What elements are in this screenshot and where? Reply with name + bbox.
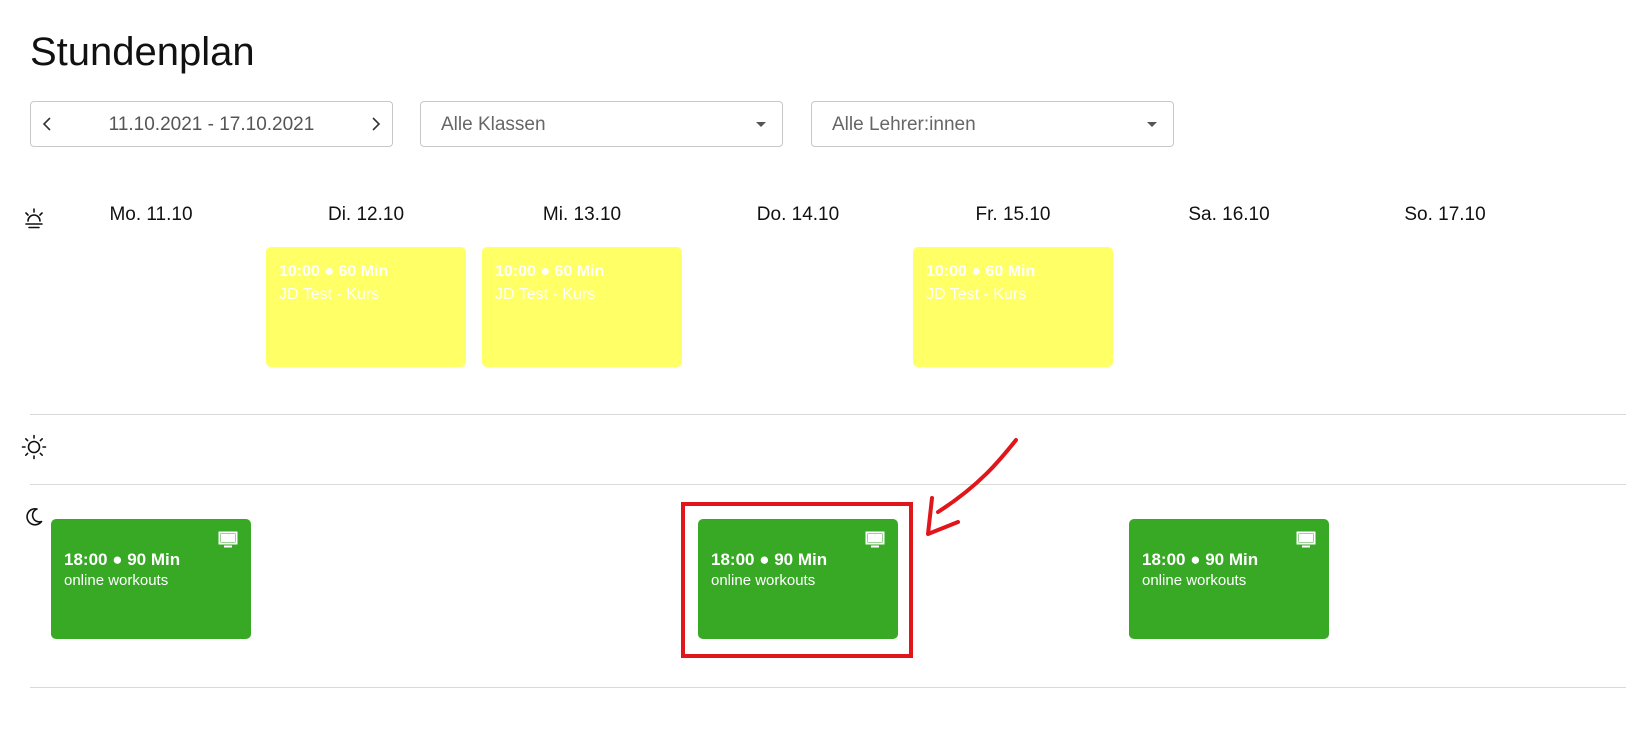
timetable-page: Stundenplan 11.10.2021 - 17.10.2021 Alle… bbox=[0, 0, 1626, 736]
event-name: online workouts bbox=[64, 572, 169, 589]
event-name: JD Test - Kurs bbox=[926, 286, 1027, 303]
day-header-thursday: Do. 14.10 bbox=[756, 204, 840, 225]
event-name: online workouts bbox=[1142, 572, 1247, 589]
caret-down-icon bbox=[1147, 122, 1157, 127]
event-time: 10:00 ● 60 Min bbox=[926, 263, 1036, 280]
annotation-arrow-icon bbox=[926, 438, 1018, 536]
sun-icon bbox=[21, 434, 47, 460]
teachers-select-value: Alle Lehrer:innen bbox=[832, 114, 976, 135]
event-name: online workouts bbox=[711, 572, 816, 589]
event-card-saturday-evening[interactable]: 18:00 ● 90 Min online workouts bbox=[1129, 519, 1329, 639]
event-card-friday-morning[interactable]: 10:00 ● 60 Min JD Test - Kurs bbox=[913, 247, 1113, 367]
day-header-wednesday: Mi. 13.10 bbox=[542, 204, 622, 225]
event-name: JD Test - Kurs bbox=[495, 286, 596, 303]
classes-select[interactable]: Alle Klassen bbox=[420, 101, 783, 147]
event-time: 10:00 ● 60 Min bbox=[495, 263, 605, 280]
moon-icon bbox=[26, 507, 43, 526]
event-name: JD Test - Kurs bbox=[279, 286, 380, 303]
event-time: 18:00 ● 90 Min bbox=[1142, 550, 1259, 569]
day-header-monday: Mo. 11.10 bbox=[109, 204, 193, 225]
event-card-tuesday-morning[interactable]: 10:00 ● 60 Min JD Test - Kurs bbox=[266, 247, 466, 367]
monitor-icon bbox=[1296, 531, 1316, 548]
monitor-icon bbox=[218, 531, 238, 548]
event-time: 18:00 ● 90 Min bbox=[64, 550, 181, 569]
previous-week-button[interactable] bbox=[33, 102, 61, 146]
event-time: 18:00 ● 90 Min bbox=[711, 550, 828, 569]
monitor-icon bbox=[865, 531, 885, 548]
day-header-saturday: Sa. 16.10 bbox=[1188, 204, 1270, 225]
day-header-friday: Fr. 15.10 bbox=[975, 204, 1051, 225]
classes-select-value: Alle Klassen bbox=[441, 114, 546, 135]
caret-down-icon bbox=[756, 122, 766, 127]
event-time: 10:00 ● 60 Min bbox=[279, 263, 389, 280]
date-range-picker: 11.10.2021 - 17.10.2021 bbox=[30, 101, 393, 147]
section-divider bbox=[30, 484, 1626, 485]
event-card-wednesday-morning[interactable]: 10:00 ● 60 Min JD Test - Kurs bbox=[482, 247, 682, 367]
day-header-tuesday: Di. 12.10 bbox=[327, 204, 405, 225]
sunrise-icon bbox=[25, 208, 43, 229]
event-card-monday-evening[interactable]: 18:00 ● 90 Min online workouts bbox=[51, 519, 251, 639]
chevron-left-icon bbox=[42, 117, 51, 131]
next-week-button[interactable] bbox=[362, 102, 390, 146]
teachers-select[interactable]: Alle Lehrer:innen bbox=[811, 101, 1174, 147]
event-card-thursday-evening[interactable]: 18:00 ● 90 Min online workouts bbox=[698, 519, 898, 639]
day-header-sunday: So. 17.10 bbox=[1404, 204, 1486, 225]
section-divider bbox=[30, 687, 1626, 688]
date-range-text: 11.10.2021 - 17.10.2021 bbox=[108, 114, 315, 135]
chevron-right-icon bbox=[372, 117, 381, 131]
section-divider bbox=[30, 414, 1626, 415]
page-title: Stundenplan bbox=[30, 30, 255, 74]
